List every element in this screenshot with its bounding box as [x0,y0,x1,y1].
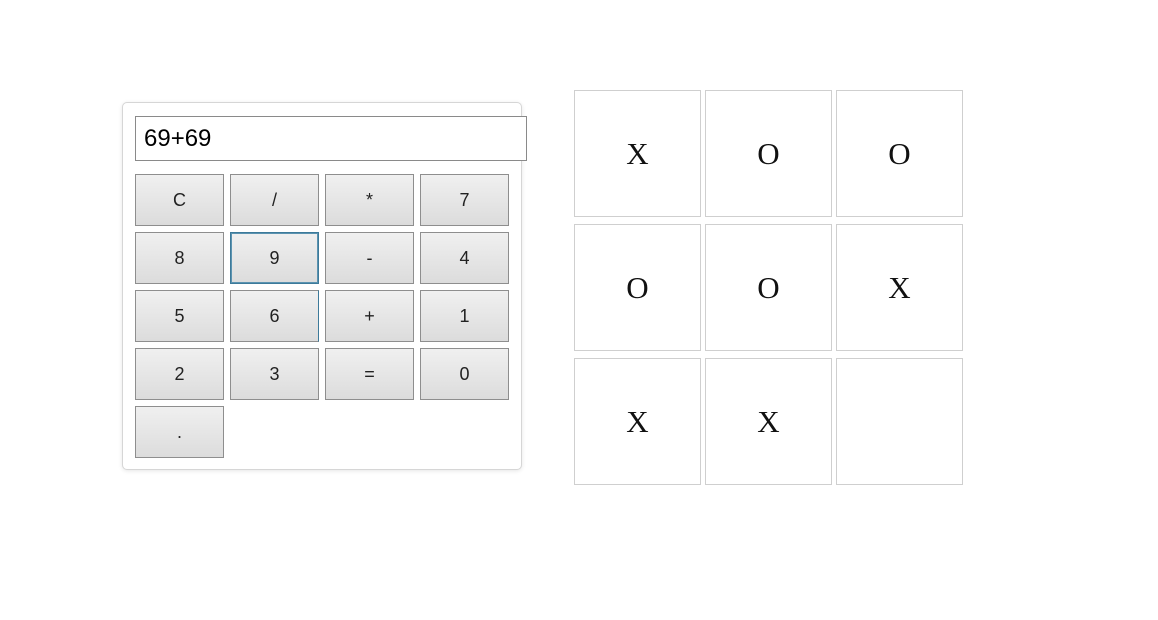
digit-1-button[interactable]: 1 [420,290,509,342]
board-cell-9[interactable] [836,358,963,485]
page: C / * 7 8 9 - 4 5 6 + 1 2 3 = 0 . X O O … [0,0,1158,620]
multiply-button[interactable]: * [325,174,414,226]
digit-8-button[interactable]: 8 [135,232,224,284]
digit-0-button[interactable]: 0 [420,348,509,400]
digit-4-button[interactable]: 4 [420,232,509,284]
add-button[interactable]: + [325,290,414,342]
digit-2-button[interactable]: 2 [135,348,224,400]
board-cell-4[interactable]: O [574,224,701,351]
board-cell-1[interactable]: X [574,90,701,217]
clear-button[interactable]: C [135,174,224,226]
digit-6-button[interactable]: 6 [230,290,319,342]
board-cell-3[interactable]: O [836,90,963,217]
board-cell-5[interactable]: O [705,224,832,351]
tic-tac-toe-board: X O O O O X X X [574,90,963,485]
divide-button[interactable]: / [230,174,319,226]
digit-3-button[interactable]: 3 [230,348,319,400]
board-cell-6[interactable]: X [836,224,963,351]
board-cell-8[interactable]: X [705,358,832,485]
calculator: C / * 7 8 9 - 4 5 6 + 1 2 3 = 0 . [122,102,527,470]
calculator-keypad: C / * 7 8 9 - 4 5 6 + 1 2 3 = 0 . [135,174,509,458]
board-cell-7[interactable]: X [574,358,701,485]
digit-9-button[interactable]: 9 [230,232,319,284]
digit-5-button[interactable]: 5 [135,290,224,342]
calculator-display[interactable] [135,116,527,161]
subtract-button[interactable]: - [325,232,414,284]
equals-button[interactable]: = [325,348,414,400]
board-cell-2[interactable]: O [705,90,832,217]
decimal-button[interactable]: . [135,406,224,458]
digit-7-button[interactable]: 7 [420,174,509,226]
